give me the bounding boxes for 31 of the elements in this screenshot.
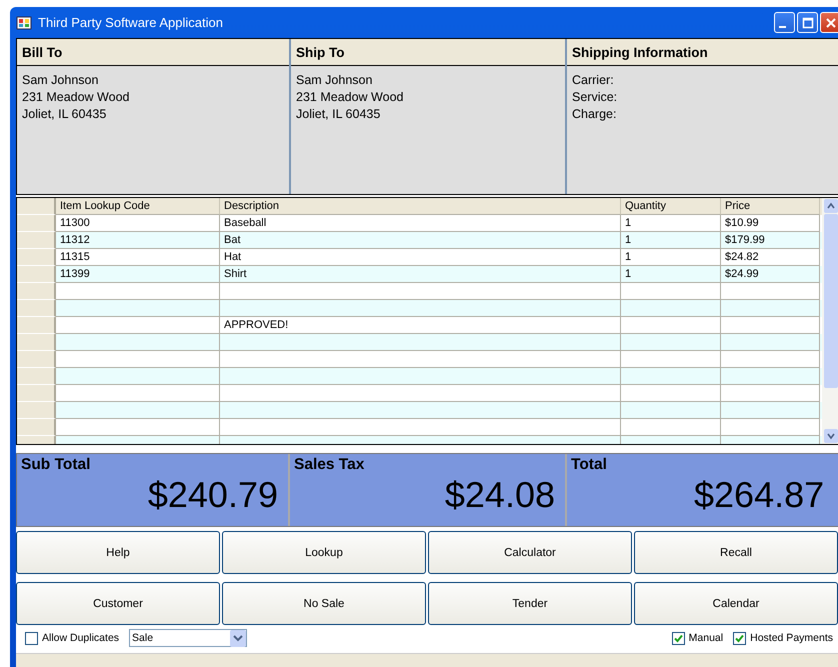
total-label: Total bbox=[571, 456, 608, 474]
action-button[interactable]: Lookup bbox=[222, 531, 426, 574]
panel-text: 231 Meadow Wood bbox=[22, 89, 130, 106]
checkbox-label: Manual bbox=[688, 632, 724, 644]
panel-text: Sam Johnson bbox=[296, 72, 374, 89]
panel-text: Joliet, IL 60435 bbox=[296, 106, 382, 123]
panel-text: Charge: bbox=[572, 106, 618, 123]
total-label: Sales Tax bbox=[294, 456, 366, 474]
panel-header: Ship To bbox=[291, 39, 565, 66]
action-button[interactable]: Customer bbox=[16, 582, 220, 625]
checkbox-label: Allow Duplicates bbox=[42, 632, 120, 644]
panel-text: Service: bbox=[572, 89, 618, 106]
checkbox-label: Hosted Payments bbox=[750, 632, 833, 644]
total-label: Sub Total bbox=[21, 456, 92, 474]
total-amount: $264.87 bbox=[694, 475, 824, 515]
panel-text: 231 Meadow Wood bbox=[296, 89, 404, 106]
action-button[interactable]: No Sale bbox=[222, 582, 426, 625]
panel-header: Shipping Information bbox=[567, 39, 838, 66]
panel-text: Joliet, IL 60435 bbox=[22, 106, 108, 123]
panel-text: Sam Johnson bbox=[22, 72, 100, 89]
mode-dropdown[interactable]: Sale bbox=[129, 629, 248, 647]
action-button[interactable]: Help bbox=[16, 531, 220, 574]
panel-text: Carrier: bbox=[572, 72, 615, 89]
action-button[interactable]: Calculator bbox=[428, 531, 632, 574]
window-title: Third Party Software Application bbox=[38, 15, 223, 30]
panel-header: Bill To bbox=[17, 39, 289, 66]
action-button[interactable]: Tender bbox=[428, 582, 632, 625]
total-amount: $24.08 bbox=[444, 475, 555, 515]
total-amount: $240.79 bbox=[148, 475, 278, 515]
action-button[interactable]: Calendar bbox=[634, 582, 838, 625]
action-button[interactable]: Recall bbox=[634, 531, 838, 574]
